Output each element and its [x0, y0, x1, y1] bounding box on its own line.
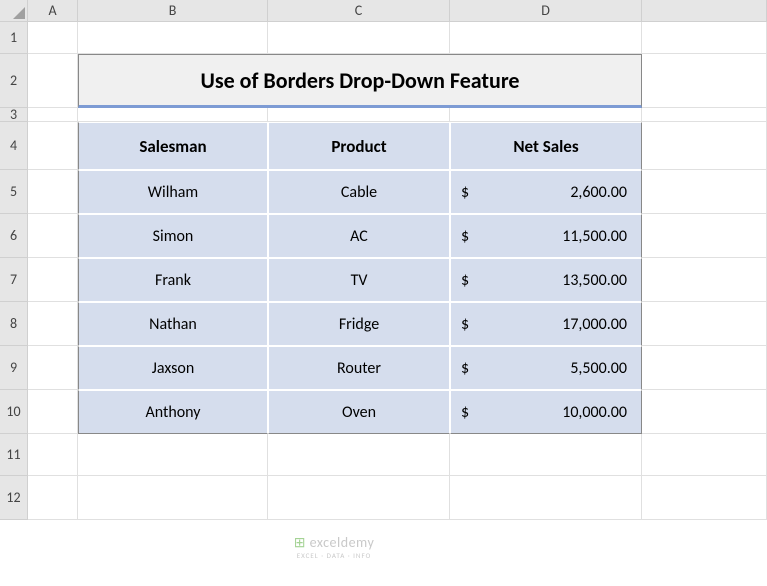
cell-a12[interactable] [28, 476, 78, 520]
cell-b3[interactable] [78, 108, 268, 122]
cell-d11[interactable] [450, 434, 642, 476]
watermark-sub: EXCEL · DATA · INFO [274, 551, 394, 560]
cell-e7[interactable] [642, 258, 767, 302]
currency-sign: $ [461, 359, 469, 378]
sales-value: 5,500.00 [570, 359, 627, 378]
table-row[interactable]: AC [268, 214, 450, 258]
row-header-5[interactable]: 5 [0, 170, 28, 214]
watermark: ⊞ exceldemy EXCEL · DATA · INFO [274, 534, 394, 560]
header-product[interactable]: Product [268, 122, 450, 170]
col-header-b[interactable]: B [78, 0, 268, 22]
row-header-3[interactable]: 3 [0, 108, 28, 122]
cell-e12[interactable] [642, 476, 767, 520]
currency-sign: $ [461, 183, 469, 202]
title-cell[interactable]: Use of Borders Drop-Down Feature [78, 54, 642, 108]
sales-value: 2,600.00 [570, 183, 627, 202]
cell-c12[interactable] [268, 476, 450, 520]
table-row[interactable]: $11,500.00 [450, 214, 642, 258]
cell-a7[interactable] [28, 258, 78, 302]
cell-e3[interactable] [642, 108, 767, 122]
col-header-e[interactable] [642, 0, 767, 22]
cell-a2[interactable] [28, 54, 78, 108]
select-all-corner[interactable] [0, 0, 28, 22]
cell-c1[interactable] [268, 22, 450, 54]
watermark-brand: exceldemy [310, 534, 375, 551]
cell-e4[interactable] [642, 122, 767, 170]
cell-a11[interactable] [28, 434, 78, 476]
row-header-12[interactable]: 12 [0, 476, 28, 520]
sales-value: 13,500.00 [562, 271, 627, 290]
table-row[interactable]: Frank [78, 258, 268, 302]
header-salesman[interactable]: Salesman [78, 122, 268, 170]
cell-a3[interactable] [28, 108, 78, 122]
row-header-2[interactable]: 2 [0, 54, 28, 108]
cell-b11[interactable] [78, 434, 268, 476]
sales-value: 10,000.00 [562, 403, 627, 422]
cell-e6[interactable] [642, 214, 767, 258]
table-row[interactable]: Wilham [78, 170, 268, 214]
table-row[interactable]: $2,600.00 [450, 170, 642, 214]
table-row[interactable]: $5,500.00 [450, 346, 642, 390]
row-header-7[interactable]: 7 [0, 258, 28, 302]
cell-d1[interactable] [450, 22, 642, 54]
row-header-4[interactable]: 4 [0, 122, 28, 170]
table-row[interactable]: TV [268, 258, 450, 302]
row-header-6[interactable]: 6 [0, 214, 28, 258]
cell-a1[interactable] [28, 22, 78, 54]
cell-a4[interactable] [28, 122, 78, 170]
cell-e5[interactable] [642, 170, 767, 214]
currency-sign: $ [461, 227, 469, 246]
col-header-a[interactable]: A [28, 0, 78, 22]
table-row[interactable]: Cable [268, 170, 450, 214]
header-netsales[interactable]: Net Sales [450, 122, 642, 170]
row-header-10[interactable]: 10 [0, 390, 28, 434]
cell-a9[interactable] [28, 346, 78, 390]
table-row[interactable]: Anthony [78, 390, 268, 434]
currency-sign: $ [461, 315, 469, 334]
cell-a5[interactable] [28, 170, 78, 214]
sales-value: 11,500.00 [562, 227, 627, 246]
row-header-8[interactable]: 8 [0, 302, 28, 346]
table-row[interactable]: Router [268, 346, 450, 390]
sales-value: 17,000.00 [562, 315, 627, 334]
table-row[interactable]: Nathan [78, 302, 268, 346]
cell-e8[interactable] [642, 302, 767, 346]
table-row[interactable]: Fridge [268, 302, 450, 346]
currency-sign: $ [461, 271, 469, 290]
cell-e10[interactable] [642, 390, 767, 434]
cell-e1[interactable] [642, 22, 767, 54]
row-header-1[interactable]: 1 [0, 22, 28, 54]
table-row[interactable]: Oven [268, 390, 450, 434]
col-header-c[interactable]: C [268, 0, 450, 22]
table-row[interactable]: Jaxson [78, 346, 268, 390]
row-header-11[interactable]: 11 [0, 434, 28, 476]
row-header-9[interactable]: 9 [0, 346, 28, 390]
table-row[interactable]: $17,000.00 [450, 302, 642, 346]
table-row[interactable]: Simon [78, 214, 268, 258]
cell-d3[interactable] [450, 108, 642, 122]
cell-e2[interactable] [642, 54, 767, 108]
cell-e9[interactable] [642, 346, 767, 390]
cell-b12[interactable] [78, 476, 268, 520]
cell-e11[interactable] [642, 434, 767, 476]
table-row[interactable]: $10,000.00 [450, 390, 642, 434]
table-row[interactable]: $13,500.00 [450, 258, 642, 302]
cell-b1[interactable] [78, 22, 268, 54]
currency-sign: $ [461, 403, 469, 422]
cell-a10[interactable] [28, 390, 78, 434]
cell-c3[interactable] [268, 108, 450, 122]
cell-c11[interactable] [268, 434, 450, 476]
cell-a6[interactable] [28, 214, 78, 258]
cell-d12[interactable] [450, 476, 642, 520]
spreadsheet-grid[interactable]: A B C D 1 2 Use of Borders Drop-Down Fea… [0, 0, 767, 520]
cell-a8[interactable] [28, 302, 78, 346]
col-header-d[interactable]: D [450, 0, 642, 22]
